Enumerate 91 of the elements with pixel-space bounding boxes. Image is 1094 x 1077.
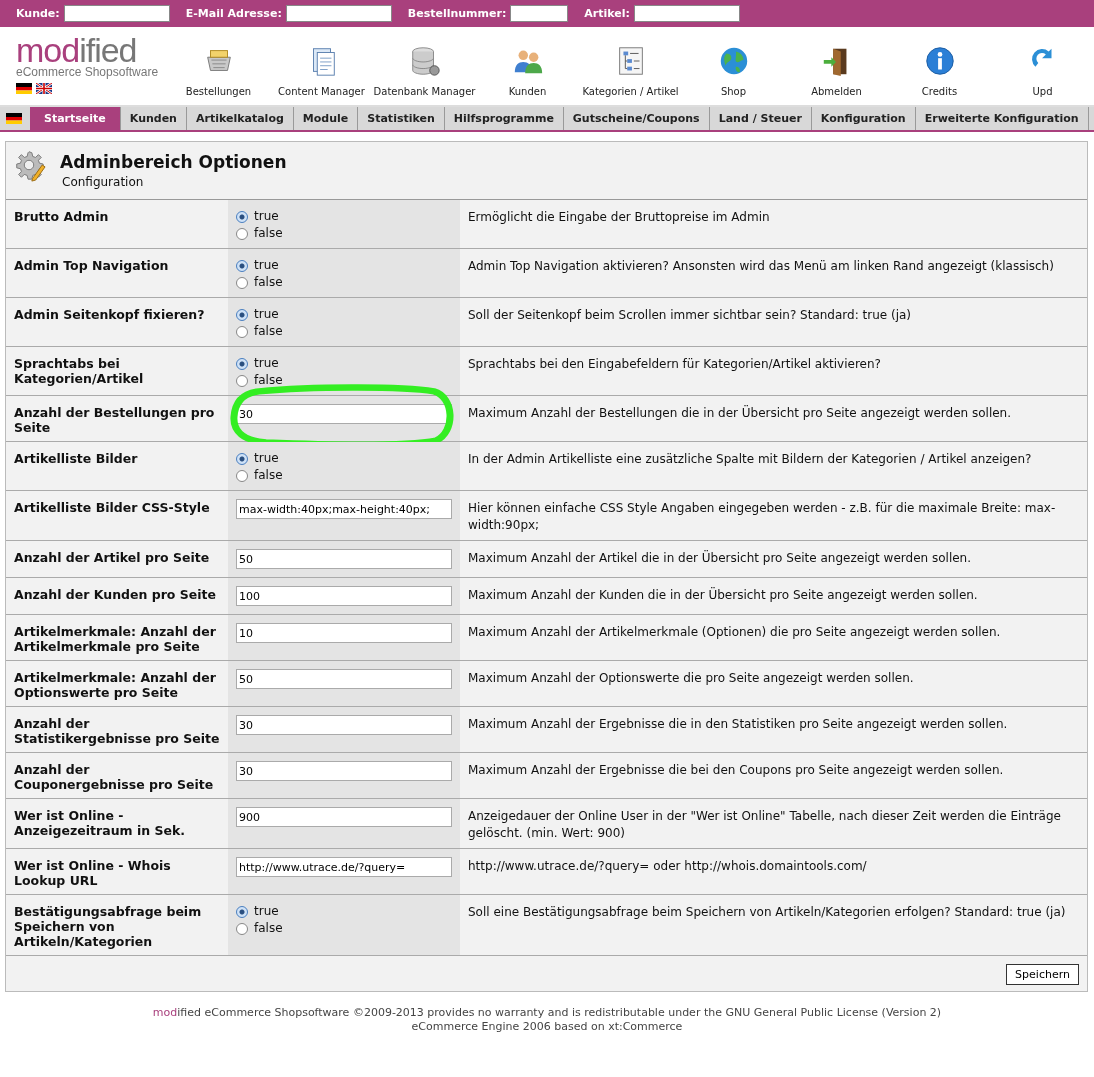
nav-tab[interactable]: Statistiken [358,107,445,130]
setting-description: Soll eine Bestätigungsabfrage beim Speichern von Artikeln/Kategorien erfolgen? Standard: true (ja) [468,905,1066,919]
footer-text: eCommerce Engine 2006 based on xt:Commerce [410,1020,684,1034]
nav-tab[interactable]: Erweiterte Konfiguration [915,107,1089,130]
setting-label: Sprachtabs bei Kategorien/Artikel [14,356,144,386]
radio-option[interactable]: true [236,208,454,225]
german-flag-icon[interactable] [16,83,32,94]
setting-label: Wer ist Online - Whois Lookup URL [14,858,171,888]
toolbar-item[interactable]: Bestellungen [167,44,270,97]
setting-description: Maximum Anzahl der Ergebnisse die bei den Coupons pro Seite angezeigt werden sollen. [468,763,1004,777]
logo-tagline: eCommerce Shopsoftware [16,65,160,79]
setting-description: http://www.utrace.de/?query= oder http://whois.domaintools.com/ [468,859,867,873]
british-flag-icon[interactable] [36,83,52,94]
search-field[interactable] [510,5,569,22]
toolbar-item[interactable]: Upd [991,44,1094,97]
search-field[interactable] [63,5,170,22]
setting-label: Artikelliste Bilder CSS-Style [14,500,210,515]
setting-label: Anzahl der Artikel pro Seite [14,550,210,565]
setting-description: Maximum Anzahl der Kunden die in der Übersicht pro Seite angezeigt werden sollen. [468,588,978,602]
setting-description: Sprachtabs bei den Eingabefeldern für Kategorien/Artikel aktivieren? [468,357,881,371]
setting-label: Artikelmerkmale: Anzahl der Optionswerte pro Seite [14,670,216,700]
toolbar-item[interactable]: Datenbank Manager [373,44,476,97]
value-field[interactable]: 10 [236,623,452,643]
search-label: Artikel: [584,7,630,20]
setting-label: Anzahl der Kunden pro Seite [14,587,216,602]
setting-label: Anzahl der Couponergebnisse pro Seite [14,762,214,792]
toolbar-item[interactable]: Credits [888,44,991,97]
nav-tab[interactable]: Hilfsprogramme [444,107,564,130]
setting-label: Anzahl der Bestellungen pro Seite [14,405,215,435]
setting-description: Ermöglicht die Eingabe der Bruttopreise im Admin [468,210,770,224]
setting-label: Artikelmerkmale: Anzahl der Artikelmerkmale pro Seite [14,624,216,654]
radio-option[interactable]: true [236,257,454,274]
setting-description: Anzeigedauer der Online User in der "Wer ist Online" Tabelle, nach dieser Zeit werden die Einträge gelöscht. (min. Wert: 900) [468,809,1061,840]
toolbar-item[interactable]: Abmelden [785,44,888,97]
nav-tab[interactable]: Konfiguration [811,107,916,130]
radio-option[interactable]: false [236,372,454,389]
setting-label: Admin Top Navigation [14,258,169,273]
value-field[interactable]: 50 [236,669,452,689]
setting-description: Maximum Anzahl der Artikelmerkmale (Optionen) die pro Seite angezeigt werden sollen. [468,625,1001,639]
save-button[interactable]: Speichern [1006,964,1079,985]
value-field[interactable]: 30 [236,404,452,424]
setting-label: Anzahl der Statistikergebnisse pro Seite [14,716,220,746]
radio-option[interactable]: false [236,323,454,340]
value-field[interactable]: http://www.utrace.de/?query= [236,857,452,877]
setting-label: Admin Seitenkopf fixieren? [14,307,205,322]
value-field[interactable]: max-width:40px;max-height:40px; [236,499,452,519]
page-subtitle: Configuration [62,175,145,189]
setting-description: Soll der Seitenkopf beim Scrollen immer sichtbar sein? Standard: true (ja) [468,308,912,322]
radio-option[interactable]: false [236,274,454,291]
nav-tab[interactable]: Kunden [120,107,187,130]
nav-tab[interactable]: Gutscheine/Coupons [563,107,710,130]
search-label: E-Mail Adresse: [185,7,282,20]
logo-text: modified [16,35,137,65]
nav-tab[interactable]: Module [293,107,359,130]
nav-tab[interactable]: Artikelkatalog [186,107,294,130]
setting-label: Bestätigungsabfrage beim Speichern von Artikeln/Kategorien [14,904,202,949]
nav-tab[interactable]: Land / Steuer [709,107,812,130]
toolbar-item[interactable]: Content Manager [270,44,373,97]
setting-description: Hier können einfache CSS Style Angaben eingegeben werden - z.B. für die maximale Breite: max-width:90px; [468,501,1056,532]
radio-option[interactable]: false [236,225,454,242]
value-field[interactable]: 100 [236,586,452,606]
search-field[interactable] [285,5,392,22]
setting-description: Admin Top Navigation aktivieren? Ansonsten wird das Menü am linken Rand angezeigt (klassisch) [468,259,1054,273]
setting-description: Maximum Anzahl der Artikel die in der Übersicht pro Seite angezeigt werden sollen. [468,551,971,565]
setting-description: Maximum Anzahl der Ergebnisse die in den Statistiken pro Seite angezeigt werden sollen. [468,717,1008,731]
setting-label: Artikelliste Bilder [14,451,138,466]
search-field[interactable] [633,5,740,22]
setting-label: Brutto Admin [14,209,109,224]
radio-option[interactable]: true [236,355,454,372]
toolbar-item[interactable]: Kategorien / Artikel [579,44,682,97]
nav-tab[interactable]: Startseite [30,107,121,130]
toolbar-item[interactable]: Shop [682,44,785,97]
radio-option[interactable]: true [236,450,454,467]
radio-option[interactable]: false [236,467,454,484]
search-label: Kunde: [16,7,60,20]
page-title: Adminbereich Optionen [60,152,287,172]
setting-description: Maximum Anzahl der Optionswerte die pro Seite angezeigt werden sollen. [468,671,914,685]
radio-option[interactable]: true [236,306,454,323]
radio-option[interactable]: false [236,920,454,937]
setting-description: In der Admin Artikelliste eine zusätzliche Spalte mit Bildern der Kategorien / Artikel anzeigen? [468,452,1032,466]
toolbar-item[interactable]: Kunden [476,44,579,97]
german-flag-icon[interactable] [6,113,22,124]
setting-label: Wer ist Online - Anzeigezeitraum in Sek. [14,808,185,838]
value-field[interactable]: 30 [236,761,452,781]
footer-text: modified eCommerce Shopsoftware ©2009-2013 provides no warranty and is redistributable under the GNU General Public License (Version 2) [151,1006,943,1020]
value-field[interactable]: 50 [236,549,452,569]
value-field[interactable]: 30 [236,715,452,735]
radio-option[interactable]: true [236,903,454,920]
search-label: Bestellnummer: [407,7,507,20]
setting-description: Maximum Anzahl der Bestellungen die in der Übersicht pro Seite angezeigt werden sollen. [468,406,1012,420]
value-field[interactable]: 900 [236,807,452,827]
